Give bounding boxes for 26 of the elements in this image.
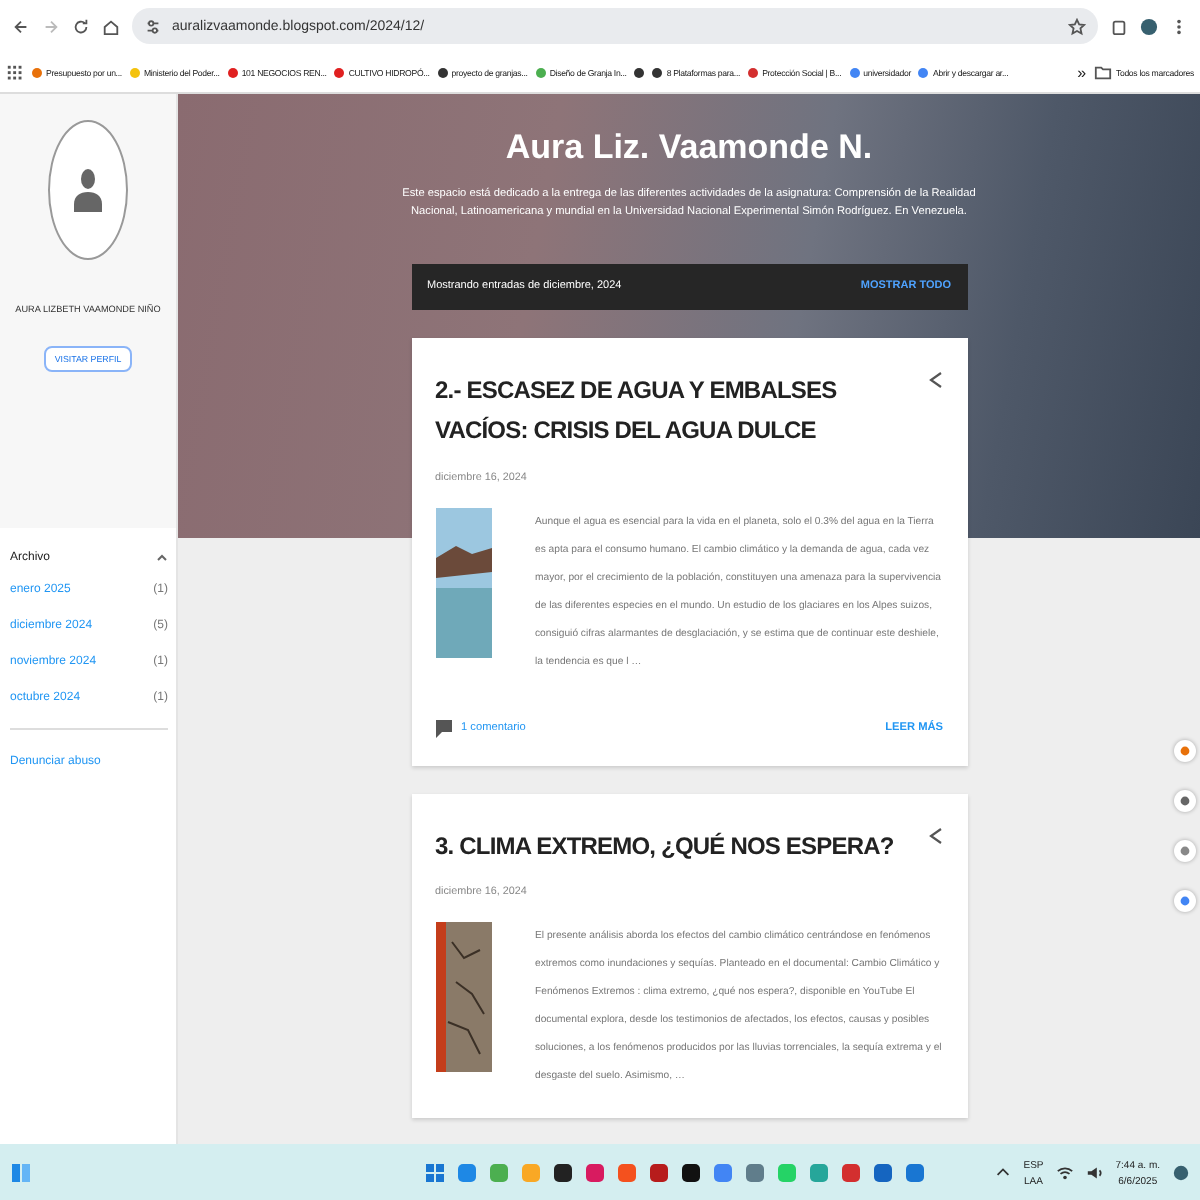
taskbar-app-icon[interactable]	[680, 1162, 702, 1184]
post-title[interactable]: 3. CLIMA EXTREMO, ¿QUÉ NOS ESPERA?	[435, 825, 911, 867]
back-icon[interactable]	[12, 17, 30, 35]
comment-icon	[435, 719, 451, 738]
taskbar-app-icon[interactable]	[552, 1162, 574, 1184]
folder-icon	[1093, 63, 1112, 81]
blog-title[interactable]: Aura Liz. Vaamonde N.	[505, 128, 873, 168]
widgets-icon[interactable]	[10, 1162, 32, 1184]
bookmark-icon[interactable]	[634, 67, 645, 77]
post-title[interactable]: 2.- ESCASEZ DE AGUA Y EMBALSES VACÍOS: CRISIS DEL AGUA DULCE	[435, 369, 911, 452]
site-info-icon[interactable]	[144, 17, 162, 35]
person-icon	[74, 168, 102, 212]
volume-icon[interactable]	[1085, 1164, 1104, 1182]
reload-icon[interactable]	[72, 17, 90, 35]
home-icon[interactable]	[102, 17, 120, 35]
profile-avatar-icon[interactable]	[1140, 17, 1158, 35]
collapse-caret-icon[interactable]	[156, 552, 168, 562]
extensions-icon[interactable]	[1110, 17, 1128, 35]
wifi-icon[interactable]	[1055, 1164, 1074, 1182]
bookmark-star-icon[interactable]	[1068, 17, 1086, 35]
more-bookmarks-button[interactable]: »	[1077, 63, 1086, 81]
start-icon[interactable]	[424, 1162, 446, 1184]
apps-grid-icon[interactable]	[6, 63, 24, 81]
share-icon[interactable]	[927, 825, 943, 846]
share-icon[interactable]	[927, 369, 943, 390]
notification-icon[interactable]	[1172, 1164, 1190, 1182]
